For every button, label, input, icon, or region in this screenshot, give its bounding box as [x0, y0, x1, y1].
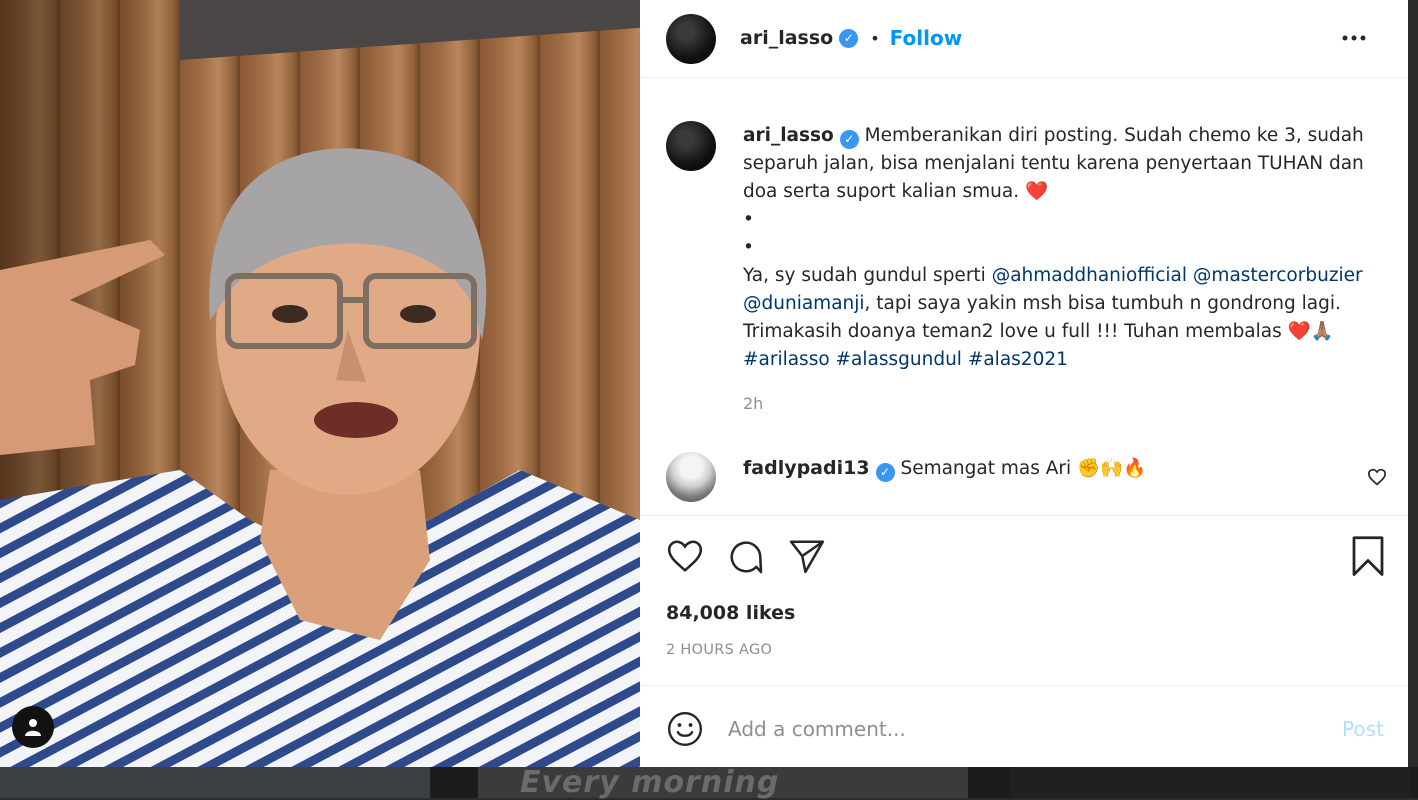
mention-link[interactable]: @duniamanji: [743, 293, 865, 314]
share-icon[interactable]: [788, 538, 826, 578]
heart-pray-emoji: ❤️🙏🏽: [1287, 321, 1334, 342]
commenter-username[interactable]: fadlypadi13: [743, 457, 870, 479]
background-page-strip: Every morning: [0, 765, 1418, 800]
author-avatar[interactable]: [666, 14, 716, 64]
user-tag-icon[interactable]: [12, 706, 54, 748]
comment: fadlypadi13 ✓ Semangat mas Ari ✊🙌🔥: [743, 454, 1146, 483]
caption-username[interactable]: ari_lasso: [743, 125, 834, 146]
follow-button[interactable]: Follow: [890, 26, 963, 50]
caption-bullet: •: [743, 209, 754, 230]
author-username[interactable]: ari_lasso: [740, 27, 833, 49]
background-tile: [1010, 767, 1410, 798]
post-comment-button[interactable]: Post: [1342, 717, 1384, 741]
emoji-picker-icon[interactable]: [666, 710, 704, 752]
more-options-icon[interactable]: [1342, 28, 1366, 52]
save-bookmark-icon[interactable]: [1350, 536, 1386, 582]
hashtag-link[interactable]: #arilasso: [743, 349, 830, 370]
comment-text: Semangat mas Ari: [900, 458, 1072, 479]
caption: ari_lasso ✓ Memberanikan diri posting. Su…: [743, 122, 1383, 374]
caption-bullet: •: [743, 237, 754, 258]
author-line: ari_lasso ✓ • Follow: [740, 26, 962, 50]
post-header: ari_lasso ✓ • Follow: [640, 0, 1408, 78]
post-photo[interactable]: [0, 0, 640, 767]
hashtag-link[interactable]: #alassgundul: [836, 349, 962, 370]
comment-input[interactable]: [726, 710, 1310, 748]
add-comment-bar: Post: [640, 685, 1408, 768]
verified-icon: ✓: [839, 129, 859, 149]
posted-time[interactable]: 2 HOURS AGO: [666, 642, 772, 658]
verified-icon: ✓: [839, 28, 859, 48]
background-overlay-text: Every morning: [520, 765, 780, 800]
comment-icon[interactable]: [727, 538, 765, 580]
caption-avatar[interactable]: [666, 121, 716, 171]
caption-text: Memberanikan diri posting. Sudah chemo k…: [743, 125, 1364, 202]
background-right-edge: [1408, 0, 1418, 767]
hashtag-link[interactable]: #alas2021: [968, 349, 1068, 370]
mention-link[interactable]: @ahmaddhaniofficial: [992, 265, 1187, 286]
verified-icon: ✓: [875, 462, 895, 482]
post-detail-panel: ari_lasso ✓ • Follow ari_lasso ✓ Memberan…: [640, 0, 1408, 767]
person-illustration: [0, 148, 640, 767]
likes-count[interactable]: 84,008 likes: [666, 602, 795, 624]
comments-section[interactable]: ari_lasso ✓ Memberanikan diri posting. Su…: [640, 78, 1408, 515]
comment-like-icon[interactable]: [1367, 468, 1387, 490]
heart-emoji: ❤️: [1024, 181, 1049, 202]
mention-link[interactable]: @mastercorbuzier: [1193, 265, 1363, 286]
like-icon[interactable]: [666, 538, 704, 578]
caption-text: Ya, sy sudah gundul sperti: [743, 265, 986, 286]
comment-emojis: ✊🙌🔥: [1077, 458, 1147, 479]
background-tile: [0, 767, 430, 798]
commenter-avatar[interactable]: [666, 452, 716, 502]
caption-timestamp[interactable]: 2h: [743, 394, 763, 413]
separator-dot: •: [870, 28, 880, 48]
post-actions: 84,008 likes 2 HOURS AGO: [640, 515, 1408, 686]
